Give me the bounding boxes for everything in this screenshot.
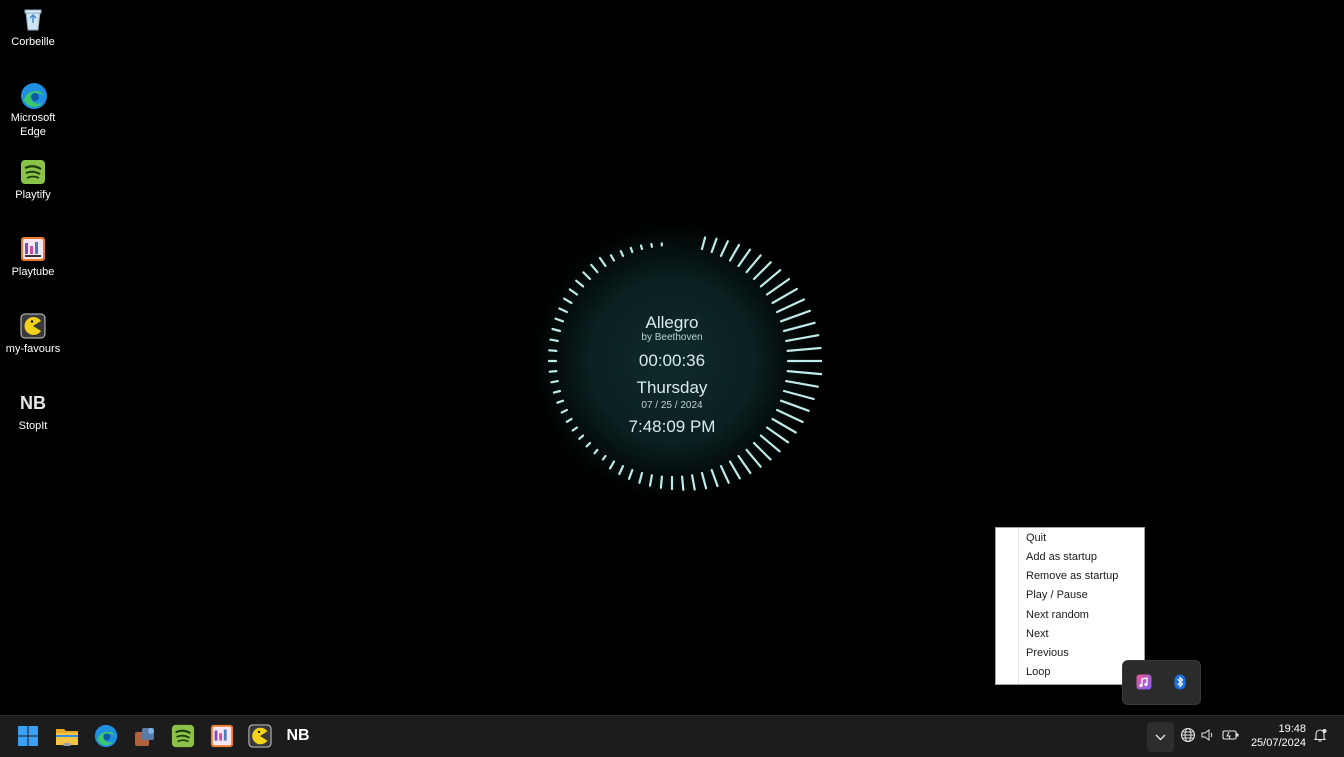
taskbar-edge[interactable] xyxy=(94,724,118,748)
tray-overflow-flyout xyxy=(1122,660,1201,705)
menu-item-add-startup[interactable]: Add as startup xyxy=(1026,548,1097,567)
desktop-icon-label: Playtube xyxy=(4,265,62,279)
pacman-icon xyxy=(20,313,46,339)
taskbar-weather-app[interactable] xyxy=(133,724,157,748)
desktop-icon-corbeille[interactable]: Corbeille xyxy=(4,6,62,49)
edge-icon xyxy=(94,724,118,748)
menu-item-loop[interactable]: Loop xyxy=(1026,663,1050,682)
nb-icon-text: NB xyxy=(20,393,46,413)
desktop-icon-playtube[interactable]: Playtube xyxy=(4,236,62,279)
taskbar-file-explorer[interactable] xyxy=(55,724,79,748)
desktop-icon-label: Microsoft Edge xyxy=(7,111,59,139)
volume-icon[interactable] xyxy=(1200,727,1218,745)
taskbar-stopit[interactable]: NB xyxy=(286,724,310,748)
playtube-icon xyxy=(210,724,234,748)
chevron-up-icon xyxy=(1147,722,1174,752)
track-title: Allegro xyxy=(572,313,772,333)
visualizer-tick xyxy=(550,340,557,341)
date-label: 07 / 25 / 2024 xyxy=(572,400,772,411)
visualizer-tick xyxy=(549,350,556,351)
start-button[interactable] xyxy=(16,724,40,748)
desktop-icon-label: StopIt xyxy=(4,419,62,433)
visualizer-tick xyxy=(554,391,560,393)
pacman-icon xyxy=(248,724,272,748)
bluetooth-icon[interactable] xyxy=(1172,674,1188,690)
visualizer-tick xyxy=(651,244,652,247)
weekday: Thursday xyxy=(572,378,772,398)
battery-icon[interactable] xyxy=(1222,727,1240,745)
taskbar-playtube[interactable] xyxy=(210,724,234,748)
menu-item-next-random[interactable]: Next random xyxy=(1026,606,1089,625)
menu-item-play-pause[interactable]: Play / Pause xyxy=(1026,586,1088,605)
start-icon xyxy=(16,724,40,748)
menu-item-next[interactable]: Next xyxy=(1026,625,1049,644)
playtify-icon xyxy=(171,724,195,748)
desktop-icon-label: Corbeille xyxy=(4,35,62,49)
taskbar-clock[interactable]: 19:48 25/07/2024 xyxy=(1248,722,1306,750)
taskbar-my-favours[interactable] xyxy=(248,724,272,748)
show-hidden-icons-button[interactable] xyxy=(1147,722,1174,752)
visualizer-tick xyxy=(550,371,557,372)
running-indicator xyxy=(63,743,71,746)
playtube-icon xyxy=(20,236,46,262)
weather-app-icon xyxy=(133,724,157,748)
desktop-icon-stopit[interactable]: NB StopIt xyxy=(4,390,62,433)
menu-gutter xyxy=(996,528,1019,684)
visualizer-tick xyxy=(661,477,662,488)
visualizer-tick xyxy=(641,246,642,250)
visualizer-tick xyxy=(551,381,557,382)
desktop-icon-label: Playtify xyxy=(4,188,62,202)
track-artist: by Beethoven xyxy=(572,332,772,343)
menu-item-quit[interactable]: Quit xyxy=(1026,529,1046,548)
desktop-icon-playtify[interactable]: Playtify xyxy=(4,159,62,202)
desktop-icon-my-favours[interactable]: my-favours xyxy=(4,313,62,356)
taskbar-playtify[interactable] xyxy=(171,724,195,748)
taskbar: NB 19:48 25/07/2024 xyxy=(0,715,1344,757)
desktop-icon-microsoft-edge[interactable]: Microsoft Edge xyxy=(4,82,62,139)
menu-item-remove-startup[interactable]: Remove as startup xyxy=(1026,567,1118,586)
visualizer-tick xyxy=(631,248,633,252)
recycle-bin-icon xyxy=(20,6,46,32)
elapsed-time: 00:00:36 xyxy=(572,351,772,371)
desktop-icon-label: my-favours xyxy=(4,342,62,356)
clock-date: 25/07/2024 xyxy=(1248,736,1306,750)
menu-item-previous[interactable]: Previous xyxy=(1026,644,1069,663)
clock-time: 7:48:09 PM xyxy=(572,417,772,437)
music-player-icon[interactable] xyxy=(1136,674,1152,690)
nb-icon: NB xyxy=(20,390,46,416)
playtify-icon xyxy=(20,159,46,185)
notification-icon[interactable] xyxy=(1312,727,1330,745)
edge-icon xyxy=(20,82,46,108)
network-globe-icon[interactable] xyxy=(1180,727,1198,745)
clock-time: 19:48 xyxy=(1248,722,1306,736)
nb-icon: NB xyxy=(286,727,309,744)
visualizer-tick xyxy=(682,477,683,490)
